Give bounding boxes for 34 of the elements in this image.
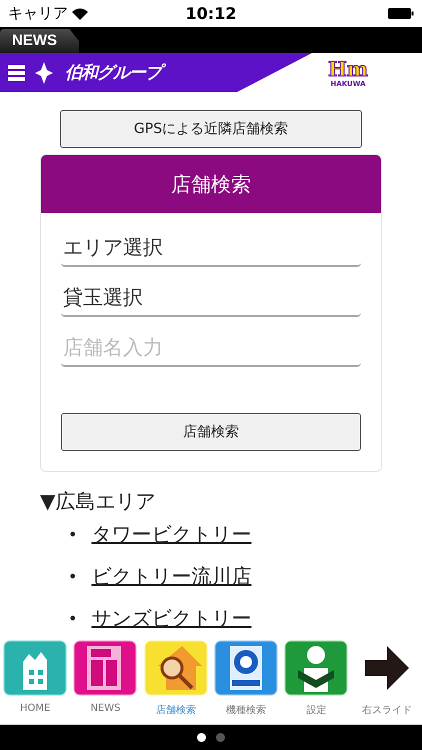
- store-link[interactable]: サンズビクトリー: [91, 607, 252, 630]
- bullet: •: [68, 566, 78, 588]
- card-title: 店舗検索: [41, 155, 381, 213]
- search-button[interactable]: 店舗検索: [61, 413, 361, 451]
- select-field[interactable]: エリア選択: [61, 229, 361, 267]
- newspaper-icon: [73, 640, 138, 696]
- tab-item[interactable]: 右スライド: [352, 637, 422, 717]
- carrier-name: キャリア: [8, 4, 68, 23]
- store-link[interactable]: タワービクトリー: [91, 523, 252, 546]
- bullet: •: [68, 524, 78, 546]
- menu-icon[interactable]: [8, 64, 25, 80]
- area-heading: ▼広島エリア: [40, 488, 156, 515]
- brand-name: 伯和グループ: [63, 60, 165, 84]
- select-field[interactable]: 貸玉選択: [61, 279, 361, 317]
- person-reading-icon: [284, 640, 348, 696]
- arrow-right-icon: [362, 644, 411, 692]
- store-link[interactable]: ビクトリー流川店: [91, 565, 252, 588]
- tab-item[interactable]: 設定: [281, 637, 352, 717]
- wifi-icon: [72, 8, 88, 20]
- tab-item[interactable]: NEWS: [70, 637, 140, 714]
- tab-item[interactable]: 機種検索: [211, 637, 282, 717]
- page-dot[interactable]: [216, 733, 225, 742]
- tab-item[interactable]: HOME: [0, 637, 70, 714]
- gps-search-button[interactable]: GPSによる近隣店舗検索: [60, 110, 362, 148]
- tab-item[interactable]: 店舗検索: [140, 637, 211, 717]
- machine-icon: [214, 640, 278, 696]
- house-icon: [3, 640, 68, 696]
- battery-icon: [388, 8, 414, 19]
- page-dot[interactable]: [197, 733, 206, 742]
- input-field[interactable]: 店舗名入力: [61, 329, 361, 367]
- magnifier-house-icon: [144, 640, 208, 696]
- bullet: •: [68, 608, 78, 630]
- clock-time: 10:12: [184, 4, 238, 23]
- news-tab[interactable]: NEWS: [0, 29, 79, 53]
